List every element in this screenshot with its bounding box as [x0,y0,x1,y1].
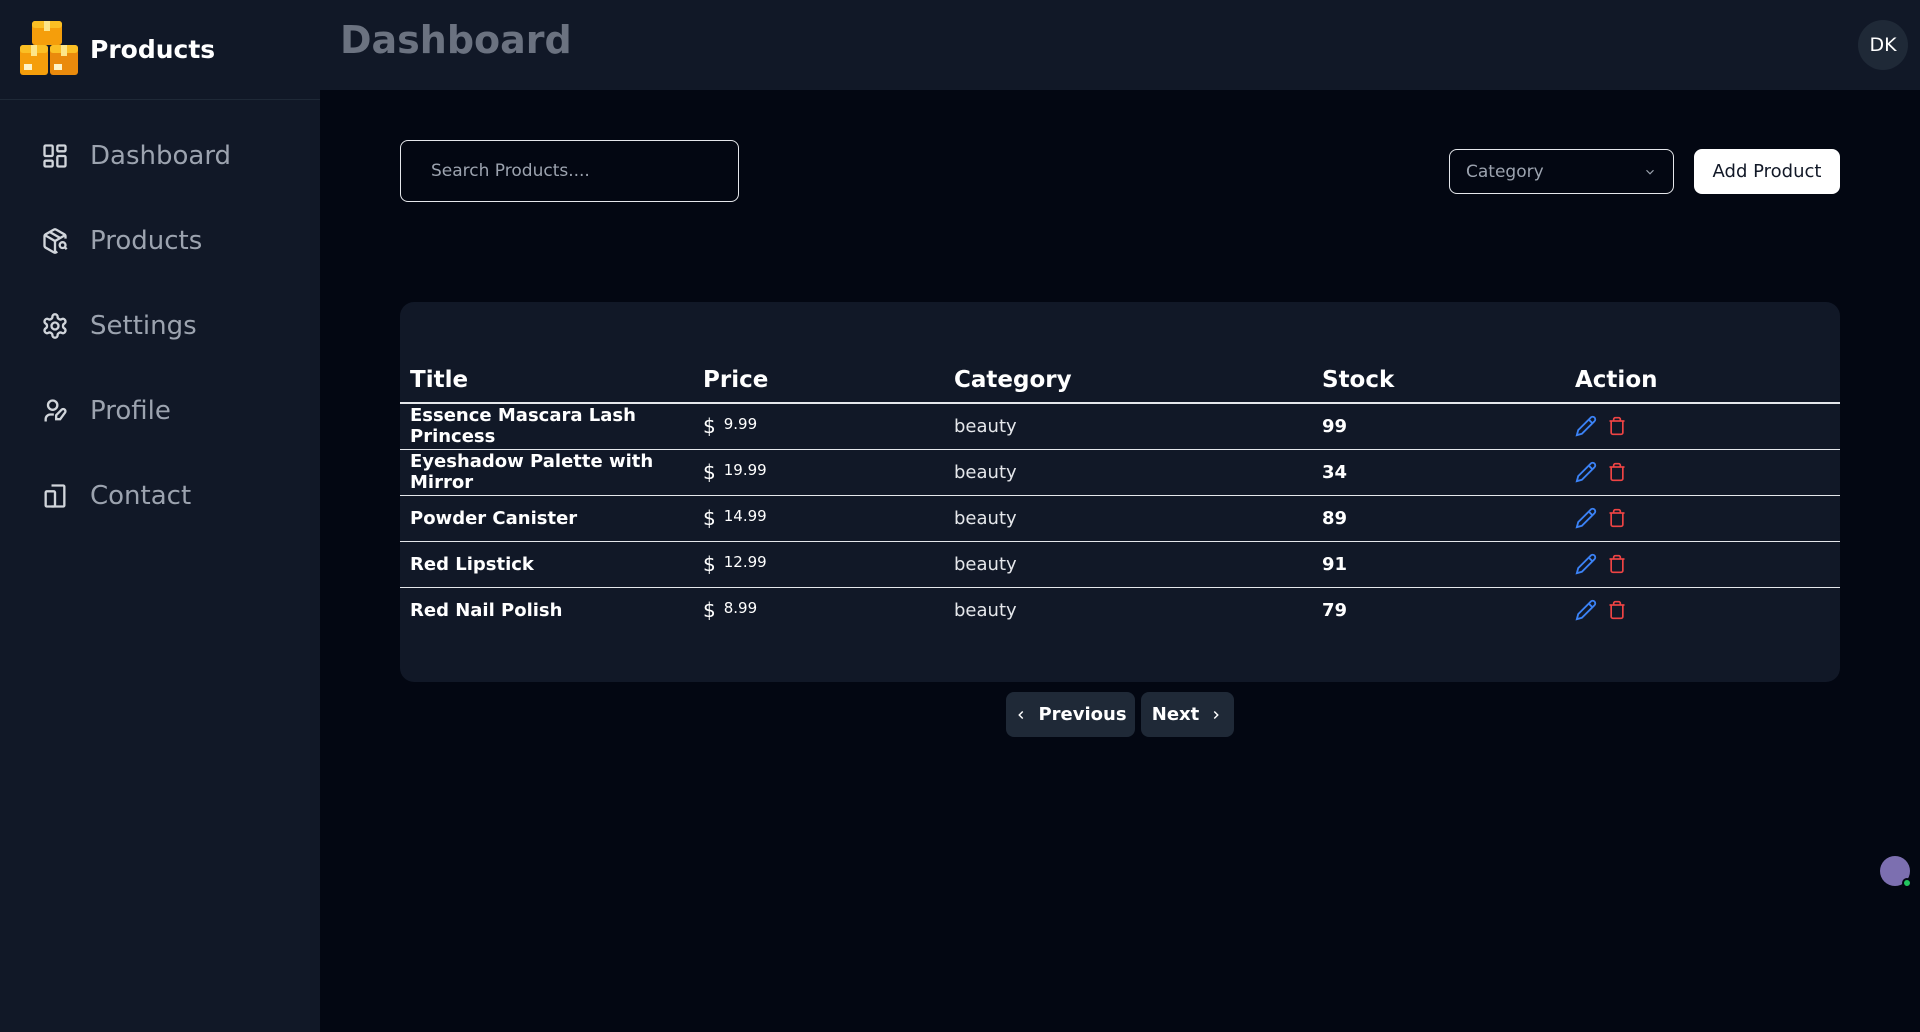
product-title: Red Nail Polish [410,599,563,621]
user-edit-icon [40,396,70,426]
currency-symbol: $ [703,460,716,484]
pagination: Previous Next [1006,692,1234,737]
product-category: beauty [944,403,1312,450]
category-select[interactable]: Category [1449,149,1674,194]
product-price: 12.99 [723,553,767,571]
currency-symbol: $ [703,506,716,530]
edit-pencil-icon[interactable] [1575,415,1597,437]
product-price: 9.99 [723,415,758,434]
sidebar-item-contact[interactable]: Contact [0,466,320,526]
edit-pencil-icon[interactable] [1575,553,1597,575]
table-row: Red Lipstick $12.99 beauty 91 [400,541,1840,588]
products-table: Title Price Category Stock Action Essenc… [400,357,1840,633]
product-title: Essence Mascara Lash Princess [400,403,693,450]
online-status-dot [1902,878,1912,888]
product-price-cell: $9.99 [693,403,944,450]
product-price: 8.99 [723,599,758,618]
product-category: beauty [944,541,1312,588]
phone-icon [40,481,70,511]
sidebar: Products Dashboard Products Settings Pro… [0,0,320,1032]
sidebar-item-label: Profile [90,396,171,426]
sidebar-item-settings[interactable]: Settings [0,296,320,356]
assistant-avatar-icon[interactable] [1880,856,1912,888]
table-row: Eyeshadow Palette with Mirror $19.99 bea… [400,449,1840,496]
table-row: Essence Mascara Lash Princess $9.99 beau… [400,403,1840,450]
delete-trash-icon[interactable] [1607,599,1627,621]
previous-page-button[interactable]: Previous [1006,692,1135,737]
product-actions [1565,403,1840,450]
package-search-icon [40,226,70,256]
product-stock: 99 [1312,403,1565,450]
product-price-cell: $8.99 [693,587,944,633]
gear-icon [40,311,70,341]
sidebar-item-dashboard[interactable]: Dashboard [0,126,320,186]
brand[interactable]: Products [0,0,320,100]
column-header-category[interactable]: Category [944,357,1312,404]
product-actions [1565,449,1840,496]
currency-symbol: $ [703,552,716,576]
product-price-cell: $14.99 [693,495,944,542]
product-price-cell: $19.99 [693,449,944,496]
product-stock: 34 [1312,449,1565,496]
column-header-stock[interactable]: Stock [1312,357,1565,404]
delete-trash-icon[interactable] [1607,461,1627,483]
sidebar-item-products[interactable]: Products [0,211,320,271]
next-page-button[interactable]: Next [1141,692,1234,737]
product-title: Eyeshadow Palette with Mirror [400,449,693,496]
brand-name: Products [90,35,216,64]
topbar: Dashboard DK [320,0,1920,90]
product-stock: 91 [1312,541,1565,588]
currency-symbol: $ [703,598,716,623]
product-category: beauty [944,449,1312,496]
category-select-value: Category [1466,161,1544,182]
sidebar-item-label: Dashboard [90,141,232,171]
previous-label: Previous [1038,704,1127,725]
column-header-action: Action [1565,357,1840,404]
delete-trash-icon[interactable] [1607,415,1627,437]
column-header-price[interactable]: Price [693,357,944,404]
chevron-right-icon [1213,710,1220,719]
boxes-logo-icon [20,20,78,75]
product-category: beauty [954,599,1017,621]
product-price: 14.99 [723,507,767,525]
product-title: Powder Canister [400,495,693,542]
chevron-down-icon [1646,169,1654,175]
table-row: Powder Canister $14.99 beauty 89 [400,495,1840,542]
edit-pencil-icon[interactable] [1575,599,1597,621]
next-label: Next [1151,704,1200,725]
currency-symbol: $ [703,414,716,439]
product-actions [1565,495,1840,542]
edit-pencil-icon[interactable] [1575,461,1597,483]
products-table-card: Title Price Category Stock Action Essenc… [400,302,1840,682]
sidebar-item-label: Settings [90,311,197,341]
dashboard-grid-icon [40,141,70,171]
delete-trash-icon[interactable] [1607,553,1627,575]
product-category: beauty [944,495,1312,542]
edit-pencil-icon[interactable] [1575,507,1597,529]
table-header-row: Title Price Category Stock Action [400,357,1840,404]
product-stock: 89 [1312,495,1565,542]
sidebar-nav: Dashboard Products Settings Profile Cont… [0,100,320,526]
product-actions [1565,587,1840,633]
avatar[interactable]: DK [1858,20,1908,70]
product-price-cell: $12.99 [693,541,944,588]
sidebar-item-profile[interactable]: Profile [0,381,320,441]
table-row: Red Nail Polish $8.99 beauty 79 [400,587,1840,633]
delete-trash-icon[interactable] [1607,507,1627,529]
product-price: 19.99 [723,461,767,479]
sidebar-item-label: Contact [90,481,192,511]
search-input[interactable] [400,140,739,202]
page-title: Dashboard [340,18,572,62]
product-actions [1565,541,1840,588]
product-stock: 79 [1322,599,1348,621]
sidebar-item-label: Products [90,226,203,256]
chevron-left-icon [1018,710,1024,719]
column-header-title[interactable]: Title [400,357,693,404]
add-product-button[interactable]: Add Product [1694,149,1840,194]
product-title: Red Lipstick [400,541,693,588]
